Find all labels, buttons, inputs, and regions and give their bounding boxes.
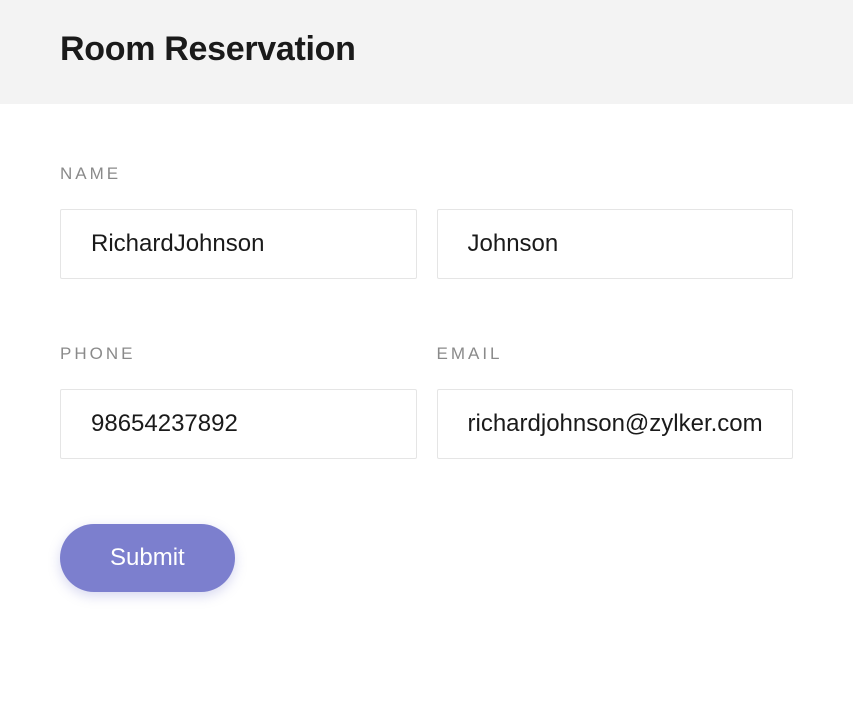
email-input[interactable] (437, 389, 794, 459)
form-content: NAME PHONE EMAIL Submit (0, 104, 853, 632)
phone-label: PHONE (60, 344, 417, 364)
name-row (60, 209, 793, 279)
first-name-col (60, 209, 417, 279)
phone-group: PHONE (60, 344, 417, 459)
page-title: Room Reservation (60, 30, 793, 69)
first-name-input[interactable] (60, 209, 417, 279)
last-name-input[interactable] (437, 209, 794, 279)
last-name-col (437, 209, 794, 279)
contact-row: PHONE EMAIL (60, 344, 793, 459)
email-group: EMAIL (437, 344, 794, 459)
submit-button[interactable]: Submit (60, 524, 235, 592)
phone-input[interactable] (60, 389, 417, 459)
name-group: NAME (60, 164, 793, 344)
page-header: Room Reservation (0, 0, 853, 104)
email-label: EMAIL (437, 344, 794, 364)
name-label: NAME (60, 164, 793, 184)
